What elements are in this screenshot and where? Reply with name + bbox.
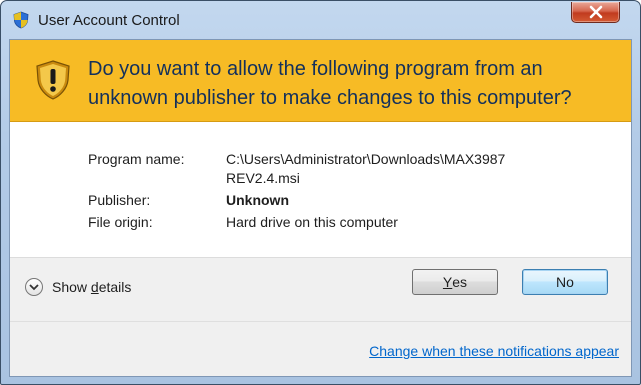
chevron-down-icon	[29, 284, 39, 291]
show-details-link[interactable]: Show details	[52, 279, 131, 295]
publisher-label: Publisher:	[88, 192, 151, 208]
shield-warning-icon	[36, 60, 70, 100]
program-details: Program name: C:\Users\Administrator\Dow…	[10, 122, 631, 262]
dialog-body: Do you want to allow the following progr…	[9, 39, 632, 377]
uac-dialog-window: User Account Control Do you want to allo…	[0, 0, 641, 385]
publisher-value: Unknown	[226, 192, 289, 208]
dialog-footer: Show details Yes No Change when these no…	[10, 257, 631, 376]
show-details-suffix: etails	[98, 279, 132, 295]
window-title: User Account Control	[38, 12, 180, 29]
file-origin-value: Hard drive on this computer	[226, 214, 398, 230]
show-details-expander[interactable]	[25, 278, 43, 296]
program-name-label: Program name:	[88, 151, 185, 167]
show-details-accelerator: d	[90, 279, 99, 295]
title-bar[interactable]: User Account Control	[1, 1, 640, 39]
change-notifications-link[interactable]: Change when these notifications appear	[369, 343, 619, 359]
yes-accelerator: Y	[442, 274, 453, 290]
file-origin-label: File origin:	[88, 214, 153, 230]
no-button[interactable]: No	[522, 269, 608, 295]
no-label: No	[556, 274, 574, 290]
program-name-value-line1: C:\Users\Administrator\Downloads\MAX3987	[226, 151, 506, 167]
uac-shield-icon	[13, 11, 29, 29]
show-details-prefix: Show	[52, 279, 91, 295]
prompt-message: Do you want to allow the following progr…	[88, 58, 572, 109]
yes-button[interactable]: Yes	[412, 269, 498, 295]
program-name-value-line2: REV2.4.msi	[226, 170, 300, 186]
warning-banner: Do you want to allow the following progr…	[10, 40, 631, 122]
yes-label-rest: es	[452, 274, 468, 290]
footer-divider	[10, 321, 631, 322]
close-button[interactable]	[571, 2, 620, 23]
close-icon	[589, 5, 603, 19]
